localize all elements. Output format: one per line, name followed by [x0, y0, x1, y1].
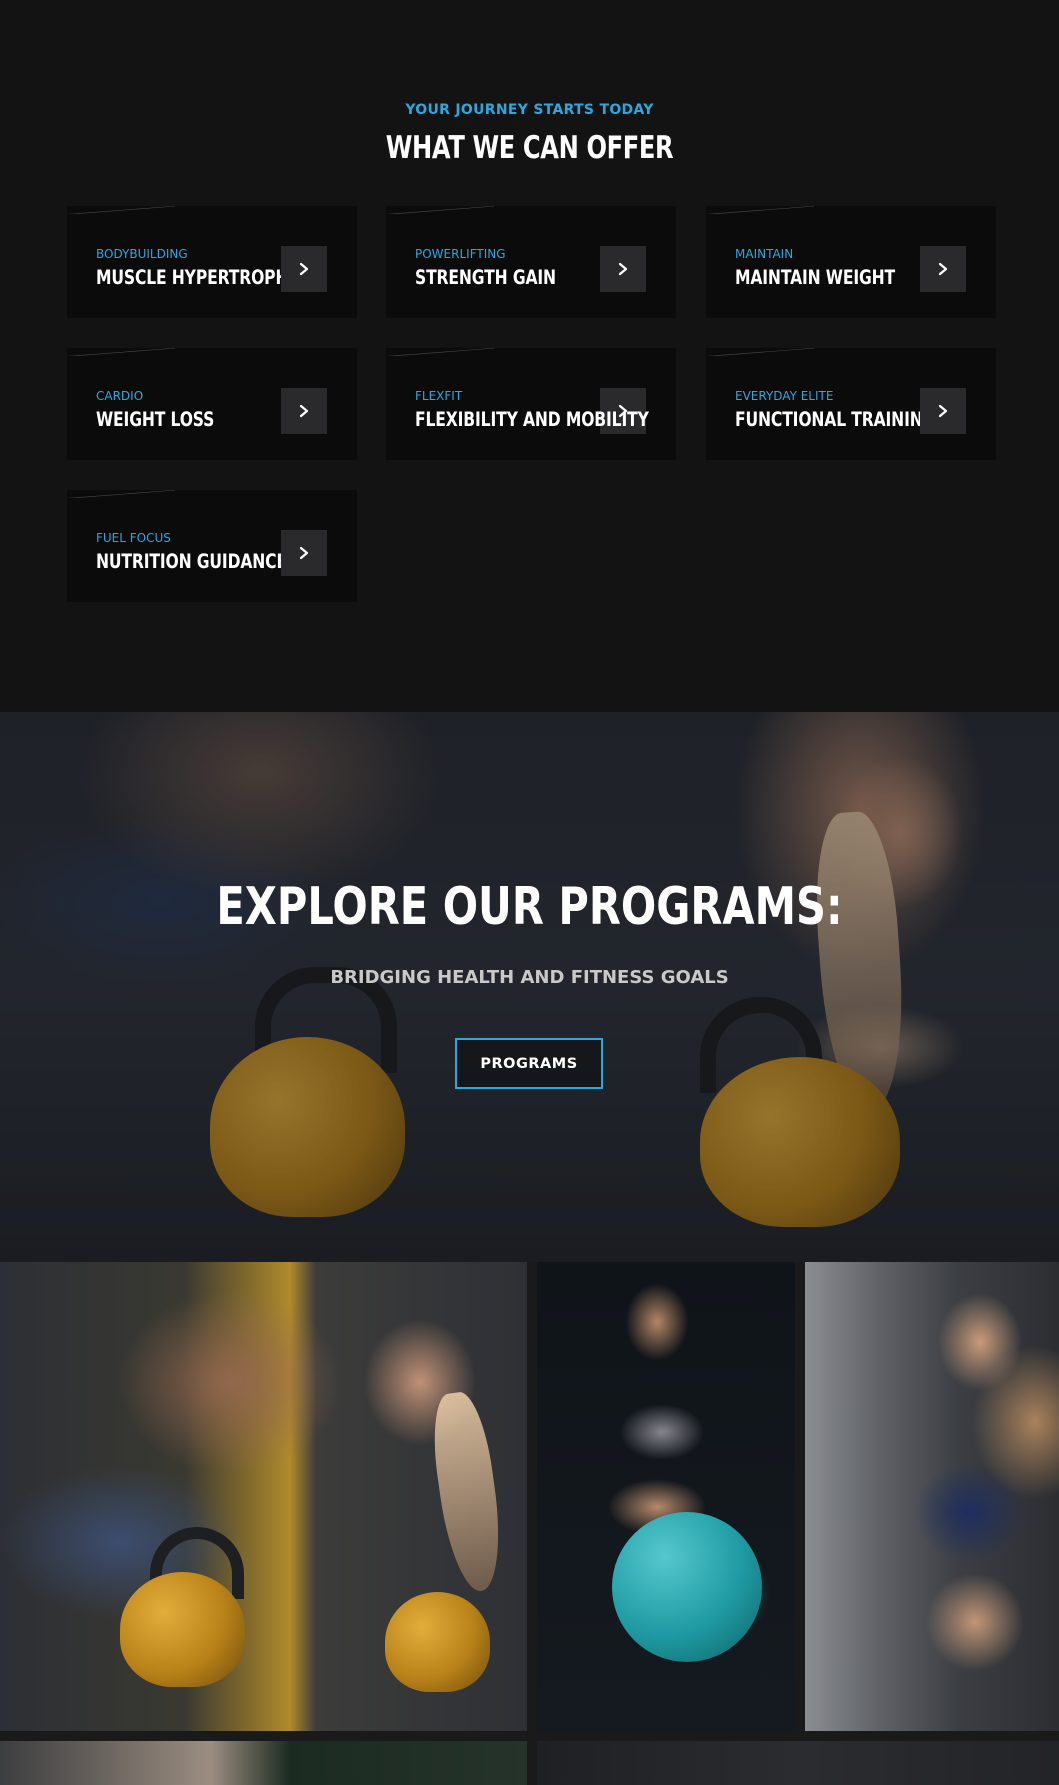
- offer-card-muscle-hypertrophy[interactable]: BODYBUILDING MUSCLE HYPERTROPHY: [67, 206, 357, 318]
- gallery-photo-partial-right[interactable]: [537, 1741, 1059, 1785]
- card-arrow-button[interactable]: [281, 388, 327, 434]
- offer-card-flexibility-and-mobility[interactable]: FLEXFIT FLEXIBILITY AND MOBILITY: [386, 348, 676, 460]
- offer-eyebrow: YOUR JOURNEY STARTS TODAY: [405, 102, 654, 118]
- chevron-right-icon: [938, 404, 948, 418]
- explore-programs-banner: EXPLORE OUR PROGRAMS: BRIDGING HEALTH AN…: [0, 712, 1059, 1262]
- card-title: MUSCLE HYPERTROPHY: [96, 266, 300, 289]
- card-category: EVERYDAY ELITE: [735, 389, 834, 403]
- card-category: FLEXFIT: [415, 389, 463, 403]
- card-arrow-button[interactable]: [920, 246, 966, 292]
- card-title: NUTRITION GUIDANCE: [96, 550, 287, 573]
- card-category: BODYBUILDING: [96, 247, 188, 261]
- gallery-photo-treadmill[interactable]: [805, 1262, 1059, 1731]
- offer-card-functional-training[interactable]: EVERYDAY ELITE FUNCTIONAL TRAINING: [706, 348, 996, 460]
- card-category: FUEL FOCUS: [96, 531, 171, 545]
- card-title: FUNCTIONAL TRAINING: [735, 408, 936, 431]
- explore-subtitle: BRIDGING HEALTH AND FITNESS GOALS: [330, 967, 729, 988]
- stability-ball-shape: [612, 1512, 762, 1662]
- explore-title: EXPLORE OUR PROGRAMS:: [216, 877, 843, 937]
- offer-card-weight-loss[interactable]: CARDIO WEIGHT LOSS: [67, 348, 357, 460]
- card-title: MAINTAIN WEIGHT: [735, 266, 896, 289]
- chevron-right-icon: [618, 262, 628, 276]
- chevron-right-icon: [299, 262, 309, 276]
- kettlebell-shape: [120, 1572, 245, 1687]
- chevron-right-icon: [938, 262, 948, 276]
- offer-section: YOUR JOURNEY STARTS TODAY WHAT WE CAN OF…: [0, 0, 1059, 712]
- card-category: POWERLIFTING: [415, 247, 506, 261]
- card-title: FLEXIBILITY AND MOBILITY: [415, 408, 649, 431]
- offer-card-strength-gain[interactable]: POWERLIFTING STRENGTH GAIN: [386, 206, 676, 318]
- card-arrow-button[interactable]: [281, 246, 327, 292]
- chevron-right-icon: [299, 546, 309, 560]
- offer-title: WHAT WE CAN OFFER: [385, 130, 674, 166]
- chevron-right-icon: [299, 404, 309, 418]
- gallery-photo-partial-left[interactable]: [0, 1741, 527, 1785]
- offer-card-nutrition-guidance[interactable]: FUEL FOCUS NUTRITION GUIDANCE: [67, 490, 357, 602]
- card-arrow-button[interactable]: [920, 388, 966, 434]
- gallery-photo-stability-ball[interactable]: [537, 1262, 795, 1731]
- programs-button[interactable]: PROGRAMS: [455, 1038, 603, 1089]
- background-photo-detail: [426, 1389, 509, 1595]
- card-arrow-button[interactable]: [281, 530, 327, 576]
- card-title: STRENGTH GAIN: [415, 266, 556, 289]
- offer-card-maintain-weight[interactable]: MAINTAIN MAINTAIN WEIGHT: [706, 206, 996, 318]
- card-category: MAINTAIN: [735, 247, 794, 261]
- card-arrow-button[interactable]: [600, 246, 646, 292]
- card-title: WEIGHT LOSS: [96, 408, 215, 431]
- gallery-photo-kettlebell-pushup[interactable]: [0, 1262, 527, 1731]
- kettlebell-shape: [385, 1592, 490, 1692]
- card-category: CARDIO: [96, 389, 144, 403]
